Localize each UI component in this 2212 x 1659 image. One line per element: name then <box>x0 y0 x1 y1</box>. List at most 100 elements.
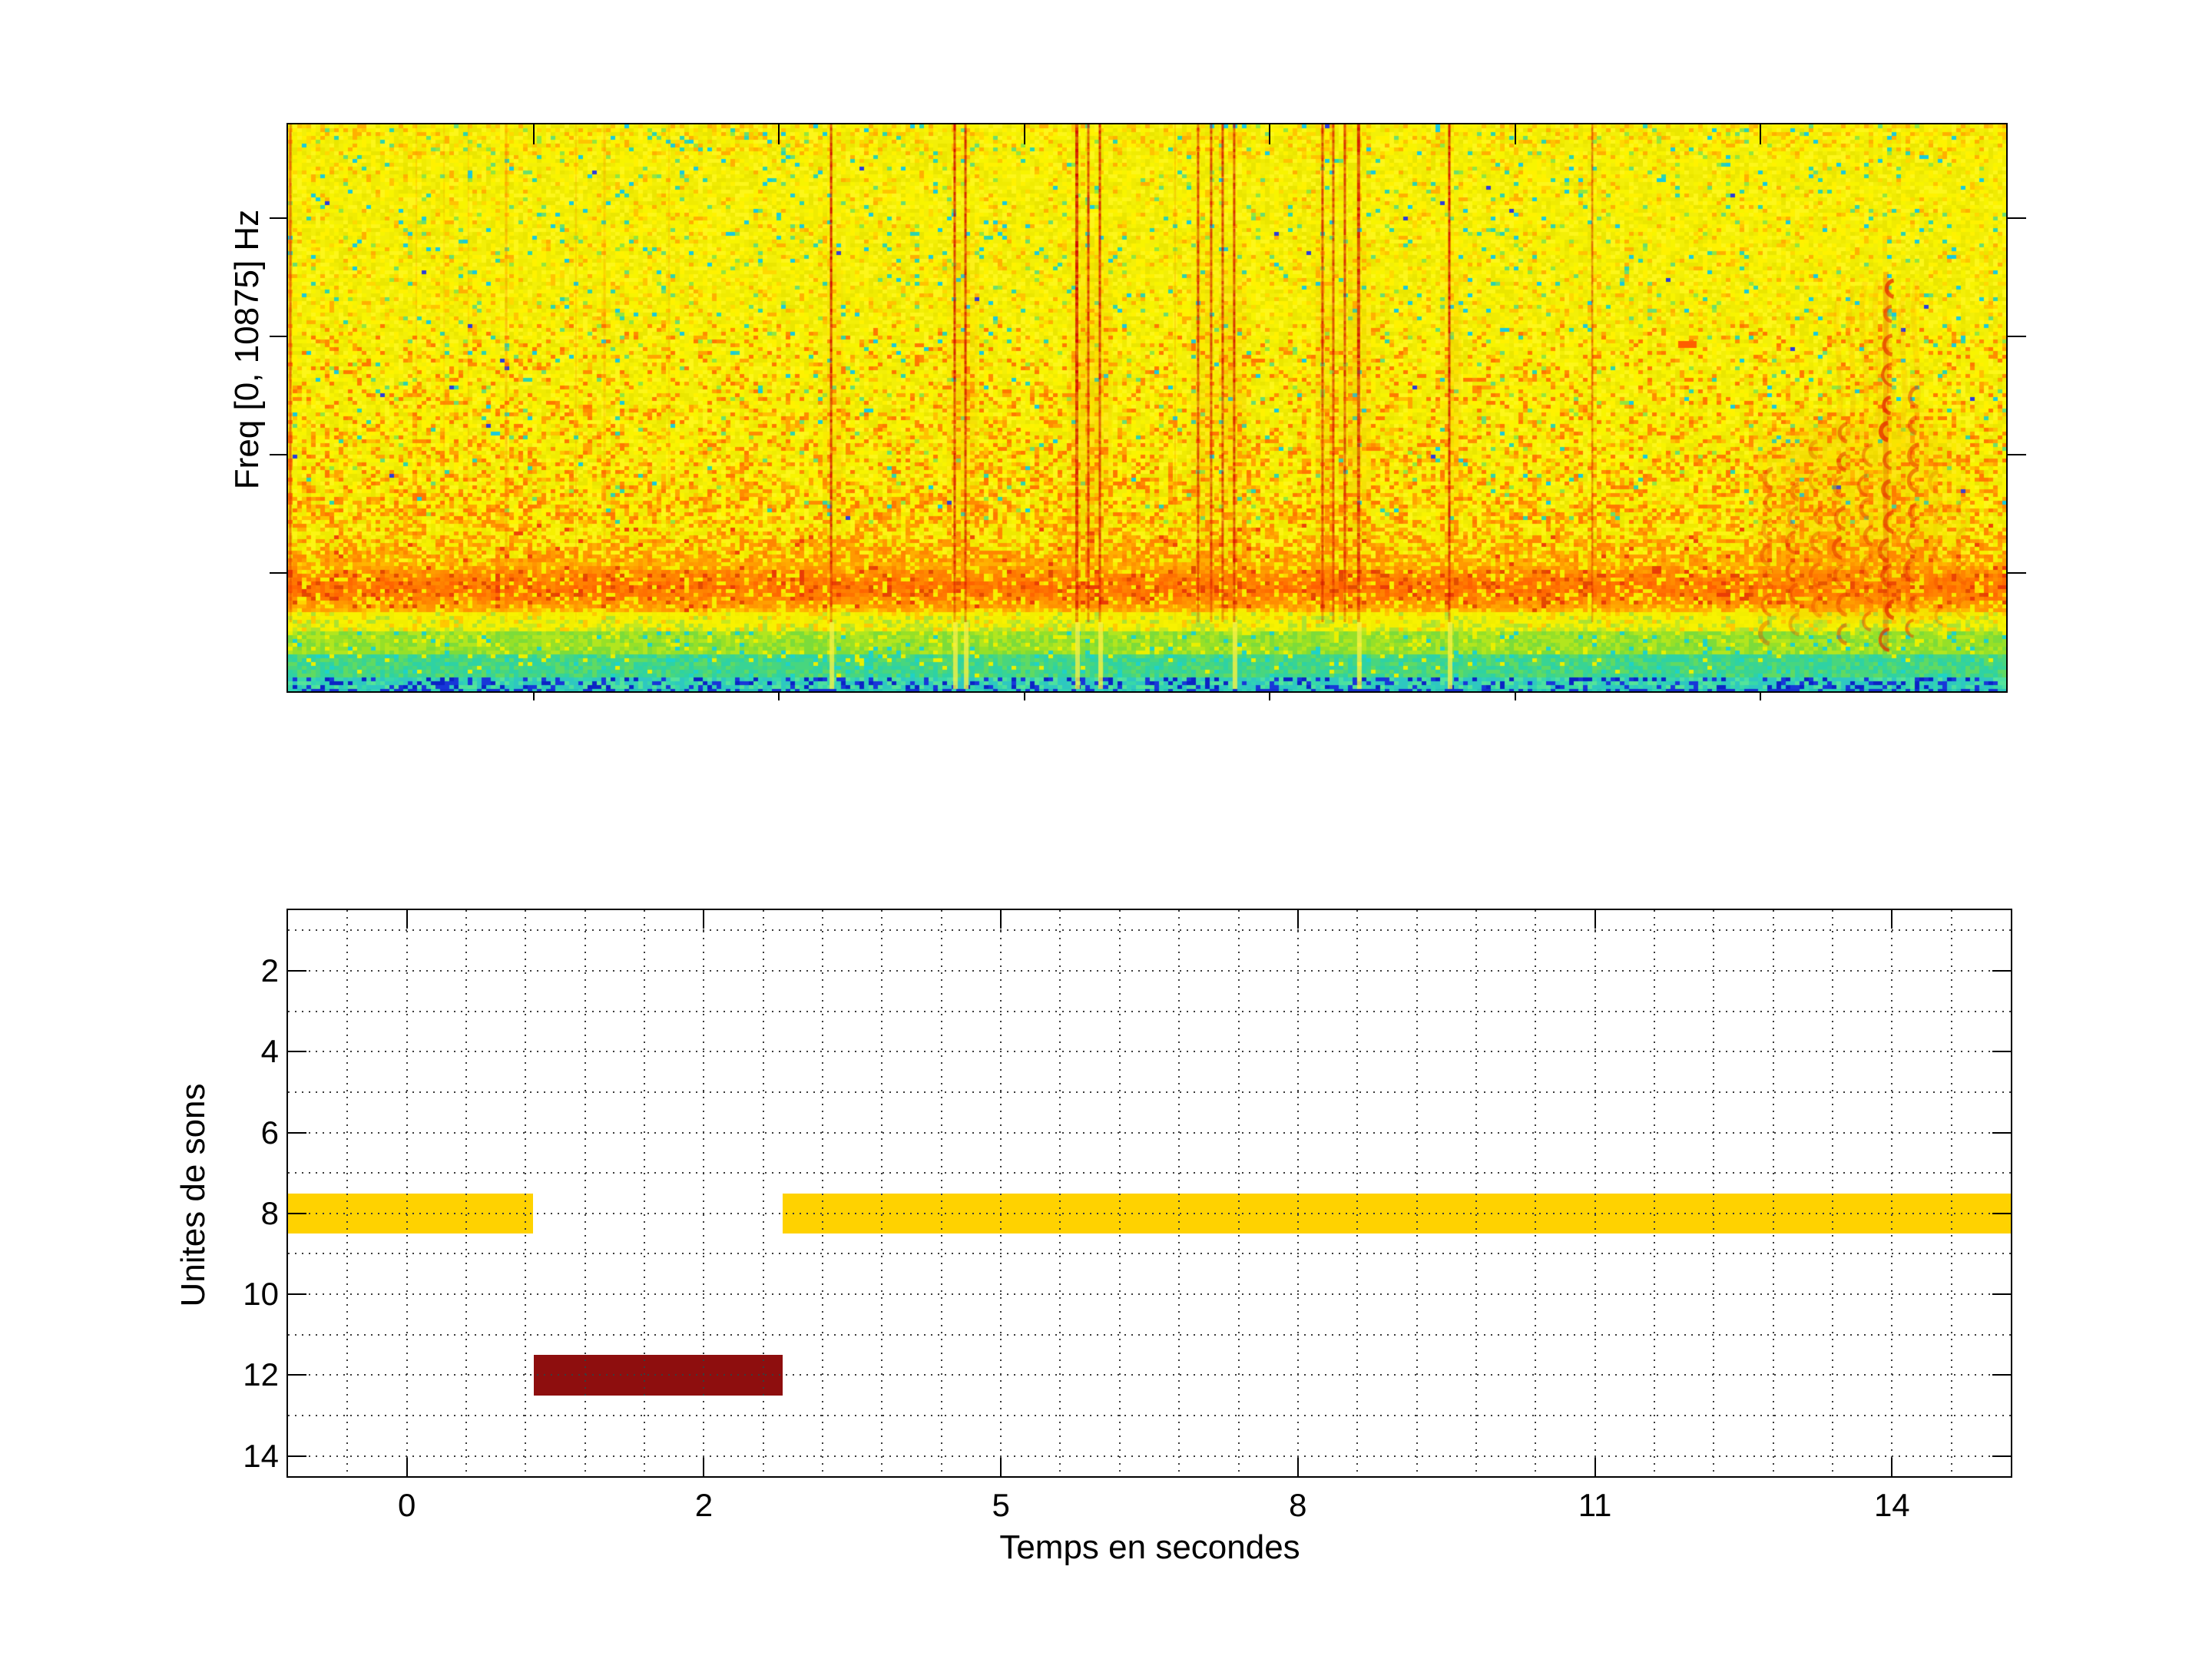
minor-gridline-x <box>1059 910 1061 1476</box>
y-tick-mirror <box>1992 1293 2011 1295</box>
x-tick <box>703 1458 704 1476</box>
x-tick-mirror <box>1891 910 1892 929</box>
minor-gridline-x <box>1832 910 1833 1476</box>
top-plot-x-tick <box>1760 124 1761 144</box>
x-tick-label: 5 <box>947 1487 1055 1524</box>
gridline-y <box>288 1374 2011 1376</box>
y-tick-mirror <box>1992 970 2011 972</box>
spectrogram-image <box>288 124 2006 691</box>
minor-gridline-x <box>822 910 823 1476</box>
x-tick <box>1891 1458 1892 1476</box>
top-plot-ylabel: Freq [0, 10875] Hz <box>228 210 267 489</box>
y-tick-label: 10 <box>202 1276 279 1313</box>
top-plot-x-tick-bottom <box>1024 691 1025 700</box>
minor-gridline-x <box>1773 910 1774 1476</box>
x-tick-mirror <box>703 910 704 929</box>
gridline-y <box>288 1172 2011 1174</box>
top-plot-x-tick <box>1515 124 1516 144</box>
top-plot-x-tick <box>1269 124 1270 144</box>
y-tick <box>288 1132 306 1134</box>
minor-gridline-x <box>1238 910 1240 1476</box>
top-plot-y-tick-left <box>270 217 288 219</box>
top-plot-x-tick <box>778 124 780 144</box>
y-tick-label: 4 <box>202 1033 279 1070</box>
minor-gridline-x <box>406 910 408 1476</box>
minor-gridline-x <box>1475 910 1477 1476</box>
y-tick-label: 6 <box>202 1114 279 1151</box>
x-tick-label: 2 <box>650 1487 757 1524</box>
top-plot-x-tick-bottom <box>778 691 780 700</box>
top-plot-y-tick-right <box>2008 454 2026 455</box>
gridline-y <box>288 1051 2011 1052</box>
minor-gridline-x <box>465 910 467 1476</box>
y-tick-mirror <box>1992 1374 2011 1376</box>
top-plot-y-tick-left <box>270 454 288 455</box>
minor-gridline-x <box>1594 910 1596 1476</box>
matlab-figure: Freq [0, 10875] Hz Unites de sons Temps … <box>0 0 2212 1659</box>
gridline-y <box>288 1091 2011 1093</box>
top-plot-y-tick-right <box>2008 217 2026 219</box>
minor-gridline-x <box>1951 910 1952 1476</box>
minor-gridline-x <box>1713 910 1714 1476</box>
y-tick-mirror <box>1992 1051 2011 1052</box>
minor-gridline-x <box>703 910 704 1476</box>
minor-gridline-x <box>941 910 942 1476</box>
x-tick <box>1000 1458 1002 1476</box>
top-plot-x-tick <box>533 124 535 144</box>
top-plot-x-tick-bottom <box>1515 691 1516 700</box>
x-tick-label: 0 <box>353 1487 461 1524</box>
sound-units-plot <box>286 909 2012 1478</box>
x-tick <box>406 1458 408 1476</box>
minor-gridline-x <box>1891 910 1892 1476</box>
minor-gridline-x <box>584 910 586 1476</box>
top-plot-y-tick-left <box>270 572 288 574</box>
top-plot-y-tick-right <box>2008 572 2026 574</box>
x-tick-mirror <box>1594 910 1596 929</box>
top-plot-x-tick <box>1024 124 1025 144</box>
minor-gridline-x <box>1297 910 1299 1476</box>
minor-gridline-x <box>644 910 645 1476</box>
y-tick-label: 8 <box>202 1195 279 1232</box>
minor-gridline-x <box>1000 910 1002 1476</box>
minor-gridline-x <box>1416 910 1418 1476</box>
minor-gridline-x <box>763 910 764 1476</box>
gridline-y <box>288 1293 2011 1295</box>
y-tick <box>288 1051 306 1052</box>
y-tick-label: 14 <box>202 1438 279 1475</box>
x-tick <box>1297 1458 1299 1476</box>
bottom-plot-xlabel: Temps en secondes <box>999 1528 1300 1567</box>
gridline-y <box>288 1455 2011 1457</box>
gridline-y <box>288 970 2011 972</box>
top-plot-x-tick-bottom <box>1269 691 1270 700</box>
top-plot-y-tick-left <box>270 336 288 337</box>
x-tick-mirror <box>406 910 408 929</box>
minor-gridline-x <box>525 910 526 1476</box>
x-tick-label: 8 <box>1244 1487 1352 1524</box>
y-tick-label: 12 <box>202 1356 279 1393</box>
x-tick <box>1594 1458 1596 1476</box>
gridline-y <box>288 1213 2011 1214</box>
x-tick-label: 11 <box>1541 1487 1649 1524</box>
minor-gridline-x <box>1535 910 1536 1476</box>
minor-gridline-x <box>1654 910 1655 1476</box>
y-tick <box>288 1455 306 1457</box>
y-tick <box>288 1213 306 1214</box>
spectrogram-plot <box>286 123 2008 693</box>
x-tick-mirror <box>1000 910 1002 929</box>
minor-gridline-x <box>1178 910 1180 1476</box>
y-tick-mirror <box>1992 1213 2011 1214</box>
gridline-y <box>288 1334 2011 1336</box>
gridline-y <box>288 929 2011 931</box>
gridline-y <box>288 1253 2011 1254</box>
y-tick-mirror <box>1992 1455 2011 1457</box>
y-tick <box>288 1374 306 1376</box>
y-tick <box>288 1293 306 1295</box>
top-plot-x-tick-bottom <box>533 691 535 700</box>
x-tick-mirror <box>1297 910 1299 929</box>
gridline-y <box>288 1415 2011 1416</box>
minor-gridline-x <box>881 910 882 1476</box>
top-plot-y-tick-right <box>2008 336 2026 337</box>
gridline-y <box>288 1011 2011 1012</box>
x-tick-label: 14 <box>1838 1487 1945 1524</box>
y-tick-label: 2 <box>202 952 279 989</box>
